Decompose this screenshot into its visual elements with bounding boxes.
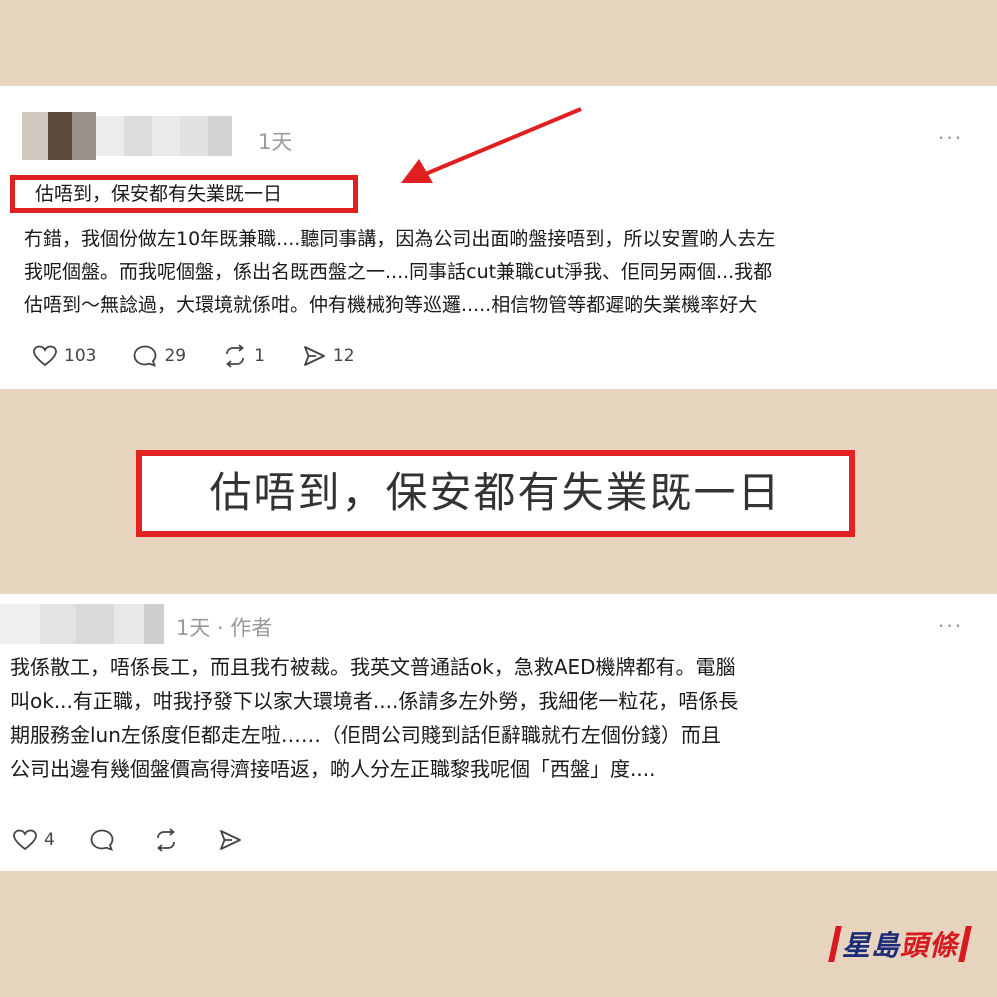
post-body: 冇錯，我個份做左10年既兼職....聽同事講，因為公司出面啲盤接唔到，所以安置啲… [24, 223, 775, 322]
repost-icon [226, 344, 244, 368]
share-button[interactable] [217, 828, 243, 852]
share-button[interactable]: 12 [301, 344, 355, 368]
repost-button[interactable]: 1 [222, 344, 265, 368]
comment-button[interactable] [89, 828, 115, 852]
post-body: 我係散工，唔係長工，而且我冇被裁。我英文普通話ok，急救AED機牌都有。電腦 叫… [10, 650, 738, 786]
highlight-callout: 估唔到，保安都有失業既一日 [136, 450, 855, 537]
more-options-icon[interactable]: ··· [938, 614, 963, 638]
post-body-line: 我係散工，唔係長工，而且我冇被裁。我英文普通話ok，急救AED機牌都有。電腦 [10, 655, 736, 679]
heart-icon [33, 345, 57, 367]
post-title-highlight: 估唔到，保安都有失業既一日 [10, 175, 358, 213]
post-time: 1天 [258, 130, 293, 154]
red-arrow-annotation [401, 107, 582, 183]
post-body-line: 我呢個盤。而我呢個盤，係出名既西盤之一....同事話cut兼職cut淨我、佢同另… [24, 261, 773, 283]
share-count: 12 [332, 346, 355, 366]
send-icon [304, 346, 325, 366]
repost-button[interactable] [153, 828, 179, 852]
post-body-line: 估唔到～無諗過，大環境就係咁。仲有機械狗等巡邏.....相信物管等都遲啲失業機率… [24, 294, 758, 316]
post-meta: 1天 · 作者 [176, 616, 273, 640]
like-button[interactable]: 103 [32, 344, 96, 368]
like-count: 103 [64, 346, 97, 366]
more-options-icon[interactable]: ··· [938, 126, 963, 150]
logo-text-part1: 星島 [842, 929, 901, 962]
brand-logo: 星島頭條 [828, 924, 972, 964]
post-body-line: 公司出邊有幾個盤價高得濟接唔返，啲人分左正職黎我呢個「西盤」度.... [10, 757, 656, 781]
username-blurred[interactable] [0, 604, 164, 644]
post-body-line: 叫ok...有正職，咁我抒發下以家大環境者....係請多左外勞，我細佬一粒花，唔… [10, 689, 739, 713]
avatar[interactable] [22, 112, 96, 160]
post-actions: 103 29 1 12 [32, 344, 391, 368]
username-blurred[interactable] [96, 116, 232, 156]
comment-icon [134, 345, 157, 367]
like-button[interactable]: 4 [12, 828, 55, 852]
logo-text-part2: 頭條 [900, 929, 959, 962]
post-body-line: 冇錯，我個份做左10年既兼職....聽同事講，因為公司出面啲盤接唔到，所以安置啲… [24, 228, 776, 250]
like-count: 4 [44, 830, 55, 850]
post-actions: 4 [12, 828, 279, 852]
send-icon [219, 830, 241, 850]
repost-count: 1 [254, 346, 265, 366]
post-card-2: 1天 · 作者 ··· 我係散工，唔係長工，而且我冇被裁。我英文普通話ok，急救… [0, 594, 997, 871]
comment-count: 29 [164, 346, 187, 366]
repost-icon [156, 828, 175, 852]
post-body-line: 期服務金lun左係度佢都走左啦……（佢問公司賤到話佢辭職就冇左個份錢）而且 [10, 723, 721, 747]
comment-icon [90, 829, 114, 851]
heart-icon [13, 829, 37, 851]
logo-text: 星島頭條 [838, 924, 962, 964]
comment-button[interactable]: 29 [132, 344, 186, 368]
